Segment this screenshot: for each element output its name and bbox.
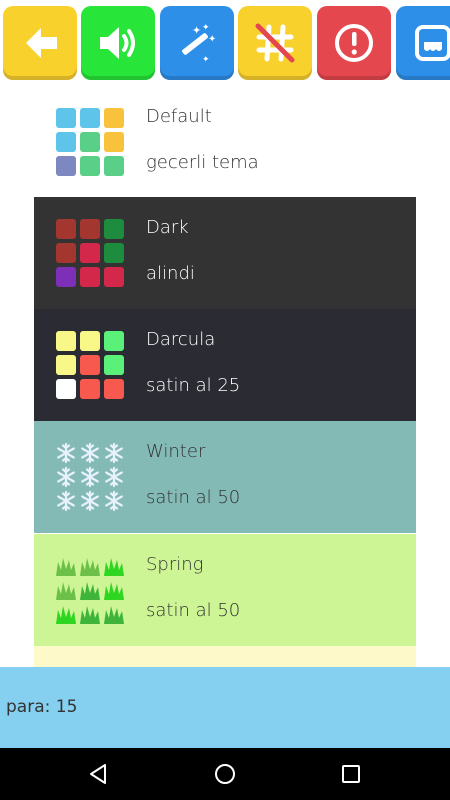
theme-item-dark[interactable]: Dark alindi — [34, 197, 416, 309]
app-button[interactable] — [396, 6, 450, 80]
magic-wand-icon: ✦ ✦ ✦ ✦ — [182, 23, 216, 65]
theme-status: satin al 50 — [146, 487, 241, 508]
back-button[interactable] — [3, 6, 77, 80]
default-theme-preview — [56, 108, 124, 176]
dark-theme-preview — [56, 219, 124, 287]
app-icon — [415, 25, 450, 61]
recents-nav-icon — [342, 765, 360, 783]
theme-status: alindi — [146, 263, 195, 284]
nav-home-button[interactable] — [209, 758, 241, 790]
home-nav-icon — [215, 764, 235, 784]
alert-button[interactable] — [317, 6, 391, 80]
svg-text:✦: ✦ — [202, 23, 210, 33]
back-nav-icon — [90, 764, 106, 784]
magic-button[interactable]: ✦ ✦ ✦ ✦ — [160, 6, 234, 80]
nav-recents-button[interactable] — [335, 758, 367, 790]
snowflake-icon — [57, 442, 123, 512]
system-nav-bar — [0, 748, 450, 800]
theme-name: Default — [146, 106, 212, 127]
svg-text:✦: ✦ — [202, 55, 210, 65]
theme-list: Default gecerli tema Dark alindi Darcula… — [0, 86, 450, 667]
grass-icon — [56, 558, 124, 624]
theme-status: gecerli tema — [146, 152, 259, 173]
sound-button[interactable] — [81, 6, 155, 80]
theme-name: Winter — [146, 441, 206, 462]
theme-name: Dark — [146, 217, 189, 238]
nav-back-button[interactable] — [82, 758, 114, 790]
theme-name: Darcula — [146, 329, 216, 350]
toolbar: ✦ ✦ ✦ ✦ — [0, 0, 450, 86]
darcula-theme-preview — [56, 331, 124, 399]
winter-theme-preview — [56, 442, 124, 512]
theme-status: satin al 25 — [146, 375, 241, 396]
theme-item-darcula[interactable]: Darcula satin al 25 — [34, 309, 416, 421]
theme-item-spring[interactable]: Spring satin al 50 — [34, 534, 416, 646]
spring-theme-preview — [56, 556, 124, 624]
svg-text:✦: ✦ — [208, 34, 216, 45]
theme-item-next[interactable] — [34, 646, 416, 667]
money-label: para: 15 — [6, 697, 78, 717]
hashtag-button[interactable] — [238, 6, 312, 80]
theme-name: Spring — [146, 554, 204, 575]
theme-item-default[interactable]: Default gecerli tema — [34, 86, 416, 198]
back-arrow-icon — [26, 28, 57, 58]
alert-icon — [335, 24, 373, 62]
svg-text:✦: ✦ — [192, 24, 201, 37]
info-bar: para: 15 — [0, 667, 450, 748]
speaker-icon — [100, 27, 135, 59]
theme-item-winter[interactable]: Winter satin al 50 — [34, 421, 416, 533]
hashtag-off-icon — [255, 23, 295, 63]
theme-status: satin al 50 — [146, 600, 241, 621]
